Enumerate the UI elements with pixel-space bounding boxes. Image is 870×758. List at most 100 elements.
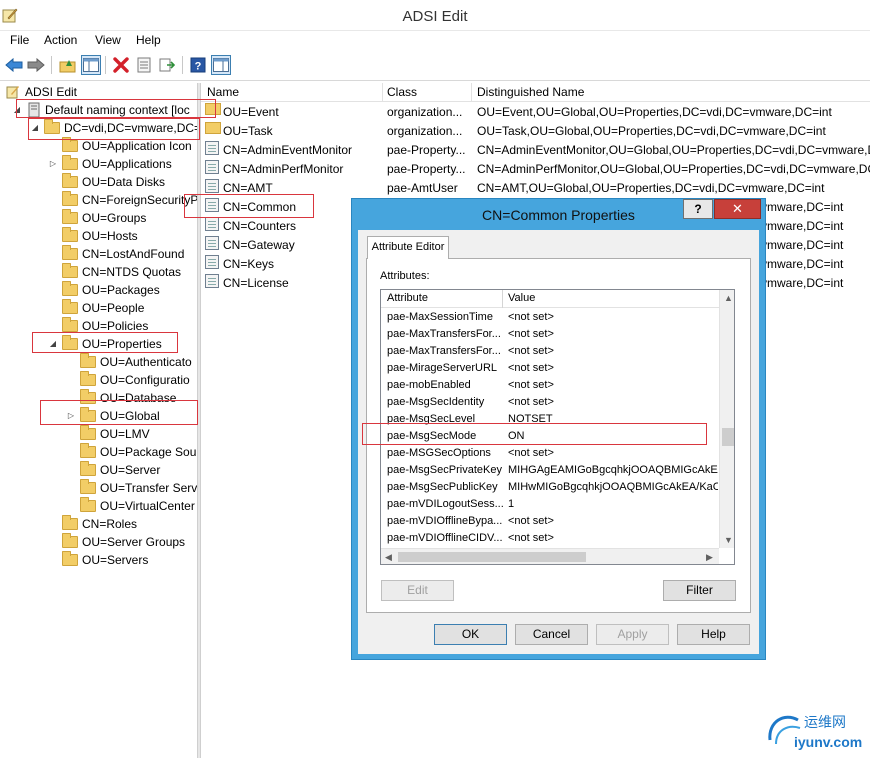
folder-icon	[80, 353, 96, 368]
list-row[interactable]: CN=AMT pae-AmtUser CN=AMT,OU=Global,OU=Pro…	[201, 179, 870, 198]
toolbar: ?	[0, 51, 870, 81]
attribute-row[interactable]: pae-MsgSecLevel NOTSET	[381, 411, 719, 428]
attribute-name: pae-MaxTransfersFor...	[387, 345, 501, 357]
scroll-right-arrow-icon[interactable]: ▶	[706, 552, 713, 563]
attribute-row[interactable]: pae-MaxSessionTime <not set>	[381, 309, 719, 326]
column-header-class[interactable]: Class	[387, 85, 417, 99]
column-header-dn[interactable]: Distinguished Name	[477, 85, 584, 99]
back-icon[interactable]	[4, 55, 24, 75]
attribute-row[interactable]: pae-MsgSecPublicKey MIHwMIGoBgcqhkjOOAQBM…	[381, 479, 719, 496]
list-row[interactable]: CN=AdminEventMonitor pae-Property... CN=Ad…	[201, 141, 870, 160]
tree-item-label: CN=NTDS Quotas	[82, 265, 182, 279]
scrollbar-thumb[interactable]	[398, 552, 586, 562]
show-action-pane-icon[interactable]	[211, 55, 231, 75]
attribute-row[interactable]: pae-MSGSecOptions <not set>	[381, 445, 719, 462]
column-header-attribute[interactable]: Attribute	[387, 292, 428, 304]
collapse-arrow-icon[interactable]: ◢	[30, 119, 40, 137]
attribute-row[interactable]: pae-MsgSecPrivateKey MIHGAgEAMIGoBgcqhkjO…	[381, 462, 719, 479]
folder-icon	[80, 461, 96, 476]
tree-item-label: OU=Packages	[82, 283, 160, 297]
attribute-row[interactable]: pae-mVDIOfflineBypa... <not set>	[381, 513, 719, 530]
attribute-value: 1	[508, 498, 515, 510]
attribute-row[interactable]: pae-MaxTransfersFor... <not set>	[381, 326, 719, 343]
horizontal-scrollbar[interactable]: ◀ ▶	[381, 548, 719, 564]
list-row-class: pae-AmtUser	[387, 181, 458, 195]
attribute-value: <not set>	[508, 396, 554, 408]
menu-action[interactable]: Action	[44, 33, 77, 47]
vertical-scrollbar[interactable]: ▲ ▼	[719, 290, 734, 548]
folder-icon	[62, 209, 78, 224]
toolbar-separator	[51, 56, 52, 74]
tree-pane: ADSI Edit ◢ Default naming context [loc …	[0, 83, 197, 758]
list-row-dn: CN=AMT,OU=Global,OU=Properties,DC=vdi,DC…	[477, 181, 825, 195]
attribute-row[interactable]: pae-mVDILogoutSess... 1	[381, 496, 719, 513]
list-row-dn: vmware,DC=int	[761, 257, 844, 271]
list-row[interactable]: CN=AdminPerfMonitor pae-Property... CN=Adm…	[201, 160, 870, 179]
window-title: ADSI Edit	[402, 8, 468, 25]
svg-text:?: ?	[195, 61, 202, 73]
column-header-value[interactable]: Value	[508, 292, 535, 304]
edit-button[interactable]: Edit	[381, 580, 454, 601]
attribute-name: pae-MaxSessionTime	[387, 311, 493, 323]
tree-item-label: OU=Application Icon	[82, 139, 192, 153]
collapse-arrow-icon[interactable]: ◢	[12, 101, 22, 119]
column-divider[interactable]	[382, 83, 383, 102]
filter-button[interactable]: Filter	[663, 580, 736, 601]
show-hide-tree-icon[interactable]	[81, 55, 101, 75]
tree-item-label: OU=Properties	[82, 337, 162, 351]
list-row-class: organization...	[387, 105, 463, 119]
attribute-row[interactable]: pae-MirageServerURL <not set>	[381, 360, 719, 377]
attribute-name: pae-mVDIOfflineCIDV...	[387, 532, 503, 544]
export-list-icon[interactable]	[157, 55, 177, 75]
cancel-button[interactable]: Cancel	[515, 624, 588, 645]
attribute-value: <not set>	[508, 328, 554, 340]
attribute-name: pae-mVDILogoutSess...	[387, 498, 503, 510]
list-row[interactable]: OU=Event organization... OU=Event,OU=Globa…	[201, 103, 870, 122]
tab-attribute-editor[interactable]: Attribute Editor	[367, 236, 449, 259]
column-divider[interactable]	[471, 83, 472, 102]
folder-icon	[80, 479, 96, 494]
list-row-dn: OU=Task,OU=Global,OU=Properties,DC=vdi,D…	[477, 124, 826, 138]
attributes-label: Attributes:	[380, 270, 430, 282]
ok-button[interactable]: OK	[434, 624, 507, 645]
watermark-line1: 运维网	[804, 715, 846, 731]
attribute-row[interactable]: pae-MsgSecIdentity <not set>	[381, 394, 719, 411]
attribute-row[interactable]: pae-mobEnabled <not set>	[381, 377, 719, 394]
dialog-close-button[interactable]: ✕	[714, 199, 761, 219]
scroll-down-arrow-icon[interactable]: ▼	[724, 535, 733, 545]
menu-view[interactable]: View	[95, 33, 121, 47]
list-row-class: organization...	[387, 124, 463, 138]
scroll-up-arrow-icon[interactable]: ▲	[724, 293, 733, 303]
attribute-row[interactable]: pae-MsgSecMode ON	[381, 428, 719, 445]
expand-arrow-icon[interactable]: ▷	[48, 155, 58, 173]
help-icon[interactable]: ?	[188, 55, 208, 75]
list-row-dn: CN=AdminPerfMonitor,OU=Global,OU=Propert…	[477, 162, 870, 176]
apply-button[interactable]: Apply	[596, 624, 669, 645]
forward-icon[interactable]	[26, 55, 46, 75]
expand-arrow-icon[interactable]: ▷	[66, 407, 76, 425]
folder-icon	[62, 515, 78, 530]
column-header-name[interactable]: Name	[207, 85, 239, 99]
tree-item-label: CN=LostAndFound	[82, 247, 185, 261]
list-row-dn: vmware,DC=int	[761, 219, 844, 233]
column-divider[interactable]	[502, 290, 503, 308]
attribute-row[interactable]: pae-MaxTransfersFor... <not set>	[381, 343, 719, 360]
properties-icon[interactable]	[134, 55, 154, 75]
attribute-list[interactable]: Attribute Value pae-MaxSessionTime <not s…	[380, 289, 735, 565]
dialog-help-button[interactable]: ?	[683, 199, 713, 219]
attribute-value: <not set>	[508, 515, 554, 527]
attribute-row[interactable]: pae-mVDIOfflineCIDV... <not set>	[381, 530, 719, 547]
up-folder-icon[interactable]	[58, 55, 78, 75]
scrollbar-thumb[interactable]	[722, 428, 734, 446]
list-row-dn: vmware,DC=int	[761, 200, 844, 214]
menu-help[interactable]: Help	[136, 33, 161, 47]
delete-icon[interactable]	[111, 55, 131, 75]
collapse-arrow-icon[interactable]: ◢	[48, 335, 58, 353]
menu-file[interactable]: File	[10, 33, 29, 47]
scroll-left-arrow-icon[interactable]: ◀	[385, 552, 392, 563]
list-row[interactable]: OU=Task organization... OU=Task,OU=Global,…	[201, 122, 870, 141]
help-button[interactable]: Help	[677, 624, 750, 645]
tree-item-label: OU=Database	[100, 391, 177, 405]
tree-item-label: OU=Hosts	[82, 229, 138, 243]
toolbar-separator	[182, 56, 183, 74]
